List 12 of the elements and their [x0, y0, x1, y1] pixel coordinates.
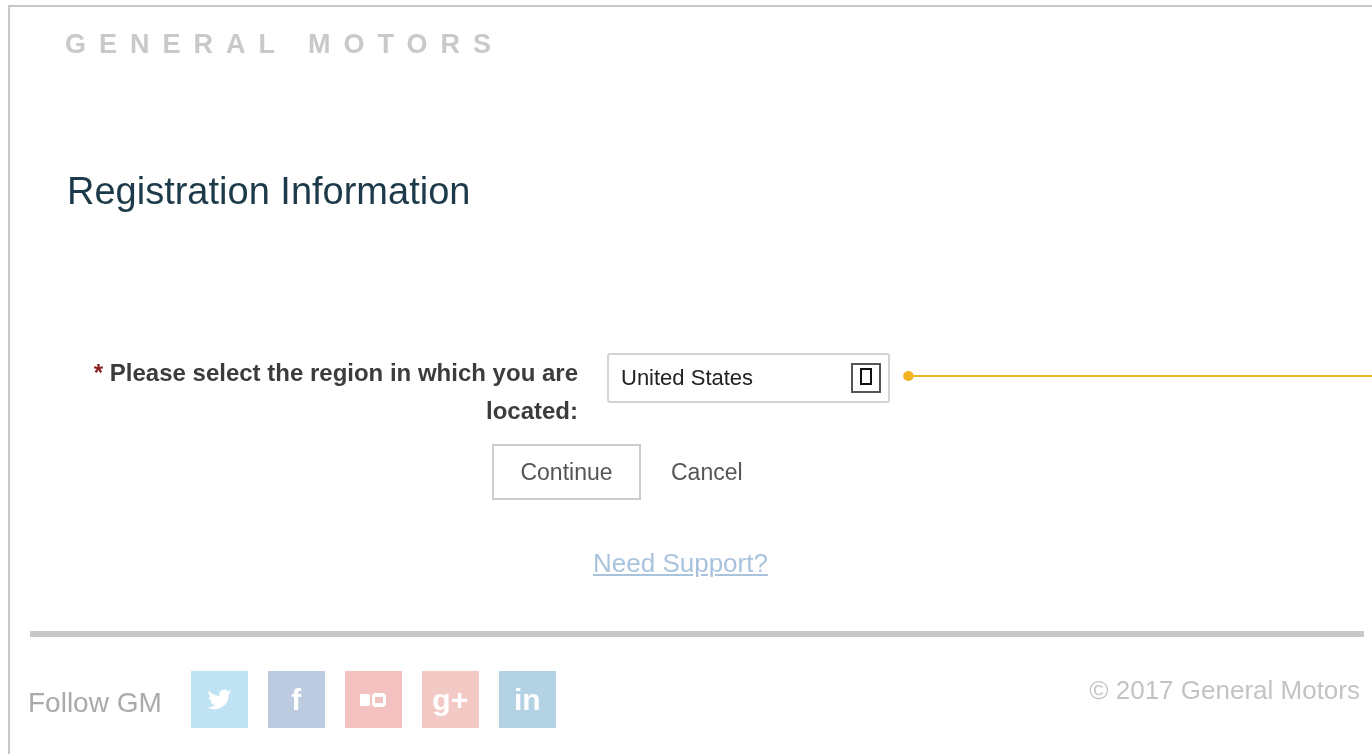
facebook-icon[interactable]: f [267, 671, 325, 728]
region-select[interactable]: United States [607, 353, 890, 403]
dropdown-icon[interactable] [851, 363, 881, 393]
googleplus-icon[interactable]: g+ [421, 671, 479, 728]
linkedin-icon[interactable]: in [498, 671, 556, 728]
page-title: Registration Information [67, 169, 471, 214]
continue-button[interactable]: Continue [492, 444, 641, 500]
support-link[interactable]: Need Support? [593, 548, 768, 578]
twitter-icon[interactable] [190, 671, 248, 728]
field-label: * Please select the region in which you are located: [92, 358, 578, 426]
follow-label: Follow GM [28, 687, 162, 719]
copyright: © 2017 General Motors [1089, 675, 1360, 706]
